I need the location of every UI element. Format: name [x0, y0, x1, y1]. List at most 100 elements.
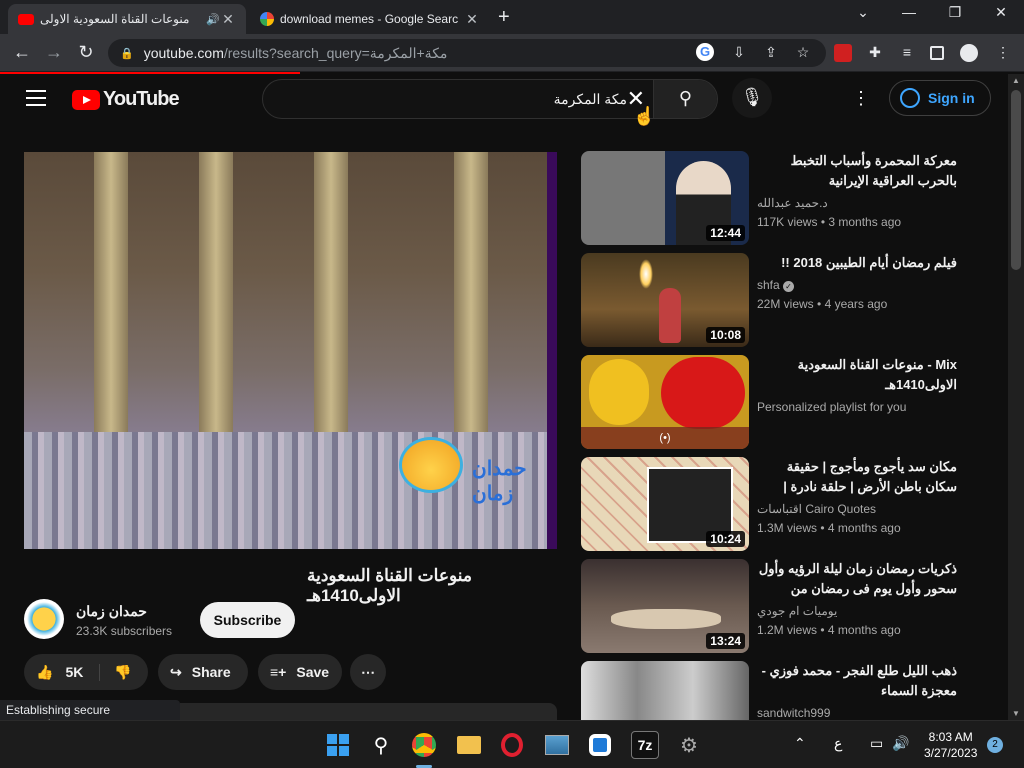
scrollbar-thumb[interactable]	[1011, 90, 1021, 270]
related-video-title[interactable]: ذكريات رمضان زمان ليلة الرؤيه وأول سحور …	[757, 559, 957, 599]
sign-in-label: Sign in	[928, 90, 975, 106]
related-channel-name[interactable]: يوميات ام جودي	[757, 604, 837, 618]
thumbs-down-icon: 👎	[114, 663, 132, 680]
restore-icon[interactable]: ❐	[940, 4, 970, 21]
video-thumbnail[interactable]	[581, 661, 749, 720]
view-count: 1.3M views	[757, 521, 818, 535]
side-panel-icon[interactable]	[930, 46, 944, 60]
search-input[interactable]: مكة المكرمة	[554, 91, 627, 108]
channel-name[interactable]: حمدان زمان	[76, 603, 147, 620]
input-language-indicator[interactable]: ع	[834, 735, 842, 752]
close-window-icon[interactable]: ✕	[986, 4, 1016, 21]
video-frame-pillar	[314, 152, 348, 432]
related-video-title[interactable]: مكان سد يأجوج ومأجوج | حقيقة سكان باطن ا…	[757, 457, 957, 497]
save-button[interactable]: ≡+ Save	[258, 654, 342, 690]
search-taskbar-icon[interactable]: ⚲	[367, 731, 395, 759]
settings-gear-icon[interactable]: ⚙	[675, 731, 703, 759]
tab-youtube[interactable]: منوعات القناة السعودية الاولى 🔊 ✕	[8, 4, 246, 34]
scroll-up-arrow-icon[interactable]: ▲	[1012, 76, 1020, 85]
browser-status-bubble: Establishing secure connection...	[0, 700, 180, 731]
media-queue-icon[interactable]: ≡	[898, 44, 916, 62]
related-channel-name[interactable]: اقتباسات Cairo Quotes	[757, 502, 876, 516]
audio-playing-icon[interactable]: 🔊	[206, 13, 220, 26]
install-app-icon[interactable]: ⇩	[730, 44, 748, 62]
youtube-logo-text: YouTube	[103, 88, 180, 110]
video-title-text: منوعات القناة السعودية الاولى1410هـ	[307, 566, 472, 605]
back-icon[interactable]: ←	[10, 42, 34, 63]
related-channel-name[interactable]: shfa ✓	[757, 278, 795, 292]
share-button[interactable]: ↪ Share	[158, 654, 248, 690]
reload-icon[interactable]: ↻	[74, 42, 98, 63]
extensions-puzzle-icon[interactable]: ✚	[866, 44, 884, 62]
volume-icon[interactable]: 🔊	[892, 735, 909, 752]
dislike-button[interactable]: 👎	[100, 664, 131, 681]
opera-icon[interactable]	[498, 731, 526, 759]
related-video-item[interactable]: 13:24 ذكريات رمضان زمان ليلة الرؤيه وأول…	[581, 559, 1001, 655]
description-box[interactable]	[180, 703, 557, 720]
file-explorer-icon[interactable]	[455, 731, 483, 759]
related-channel-name[interactable]: sandwitch999	[757, 706, 830, 720]
profile-avatar-icon[interactable]	[960, 44, 978, 62]
forward-icon[interactable]: →	[42, 42, 66, 63]
extension-red-icon[interactable]	[834, 44, 852, 62]
mix-thumbnail[interactable]: (•)	[581, 355, 749, 449]
photos-app-icon[interactable]	[543, 731, 571, 759]
lock-icon[interactable]: 🔒	[120, 47, 134, 60]
related-video-title[interactable]: ذهب الليل طلع الفجر - محمد فوزي - معجزة …	[757, 661, 957, 701]
minimize-icon[interactable]: —	[894, 4, 924, 20]
close-tab-icon[interactable]: ✕	[220, 11, 236, 28]
network-icon[interactable]: ▭	[870, 735, 883, 752]
related-video-title[interactable]: Mix - منوعات القناة السعودية الاولى1410ه…	[757, 355, 957, 395]
bookmark-star-icon[interactable]: ☆	[794, 44, 812, 62]
subscribe-button[interactable]: Subscribe	[200, 602, 295, 638]
video-duration: 10:24	[706, 531, 745, 547]
related-video-item[interactable]: 12:44 معركة المحمرة وأسباب التخبط بالحرب…	[581, 151, 1001, 247]
related-video-item[interactable]: ذهب الليل طلع الفجر - محمد فوزي - معجزة …	[581, 661, 1001, 720]
search-button[interactable]: ⚲	[653, 80, 717, 118]
address-bar[interactable]: 🔒 youtube.com/results?search_query=مكة+ا…	[108, 39, 826, 67]
page-scrollbar[interactable]: ▲ ▼	[1008, 74, 1024, 720]
blue-app-icon[interactable]	[586, 731, 614, 759]
sign-in-button[interactable]: Sign in	[889, 80, 991, 116]
more-actions-icon[interactable]: ⋯	[350, 654, 386, 690]
video-thumbnail[interactable]: 13:24	[581, 559, 749, 653]
share-icon[interactable]: ⇪	[762, 44, 780, 62]
upload-age: 3 months ago	[828, 215, 902, 229]
chrome-taskbar-icon[interactable]	[410, 731, 438, 759]
notification-badge[interactable]: 2	[987, 737, 1003, 753]
7zip-icon[interactable]: 7z	[631, 731, 659, 759]
new-tab-icon[interactable]: +	[498, 6, 510, 29]
like-button[interactable]: 👍 5K	[24, 663, 100, 681]
windows-taskbar: ⚲ 7z ⚙ ⌃ ع ▭ 🔊 8:03 AM 3/27/2023 2	[0, 720, 1024, 768]
mix-playlist-item[interactable]: (•) Mix - منوعات القناة السعودية الاولى1…	[581, 355, 1001, 451]
channel-watermark-text: حمدان زمان	[472, 458, 527, 505]
video-player[interactable]: حمدان زمان	[24, 152, 557, 549]
hamburger-menu-icon[interactable]	[26, 90, 46, 111]
related-video-item[interactable]: 10:08 فيلم رمضان أيام الطيبين 2018 !! sh…	[581, 253, 1001, 349]
chrome-menu-icon[interactable]: ⋮	[994, 44, 1012, 62]
tab-search-chevron-icon[interactable]: ⌄	[848, 4, 878, 21]
google-lens-icon[interactable]: G	[696, 43, 714, 61]
youtube-logo[interactable]: YouTube	[72, 88, 180, 111]
system-clock[interactable]: 8:03 AM 3/27/2023	[924, 729, 977, 761]
search-icon: ⚲	[678, 88, 693, 108]
related-video-item[interactable]: 10:24 مكان سد يأجوج ومأجوج | حقيقة سكان …	[581, 457, 1001, 553]
channel-avatar[interactable]	[24, 599, 64, 639]
view-count: 117K views	[757, 215, 818, 229]
related-video-title[interactable]: فيلم رمضان أيام الطيبين 2018 !!	[757, 253, 957, 273]
tab-google-search[interactable]: download memes - Google Search ✕	[250, 4, 490, 34]
related-channel-name[interactable]: د.حميد عبدالله	[757, 196, 828, 210]
close-tab-icon[interactable]: ✕	[464, 11, 480, 28]
video-thumbnail[interactable]: 12:44	[581, 151, 749, 245]
settings-kebab-icon[interactable]: ⋮	[852, 88, 870, 109]
voice-search-mic-icon[interactable]: 🎙	[732, 78, 772, 118]
scroll-down-arrow-icon[interactable]: ▼	[1012, 709, 1020, 718]
video-thumbnail[interactable]: 10:08	[581, 253, 749, 347]
video-thumbnail[interactable]: 10:24	[581, 457, 749, 551]
video-title: منوعات القناة السعودية الاولى1410هـ	[24, 566, 557, 606]
video-frame-pillar	[454, 152, 488, 432]
windows-start-icon[interactable]	[324, 731, 352, 759]
related-video-title[interactable]: معركة المحمرة وأسباب التخبط بالحرب العرا…	[757, 151, 957, 191]
show-hidden-icons-chevron-icon[interactable]: ⌃	[794, 735, 806, 752]
verified-check-icon: ✓	[783, 281, 795, 292]
